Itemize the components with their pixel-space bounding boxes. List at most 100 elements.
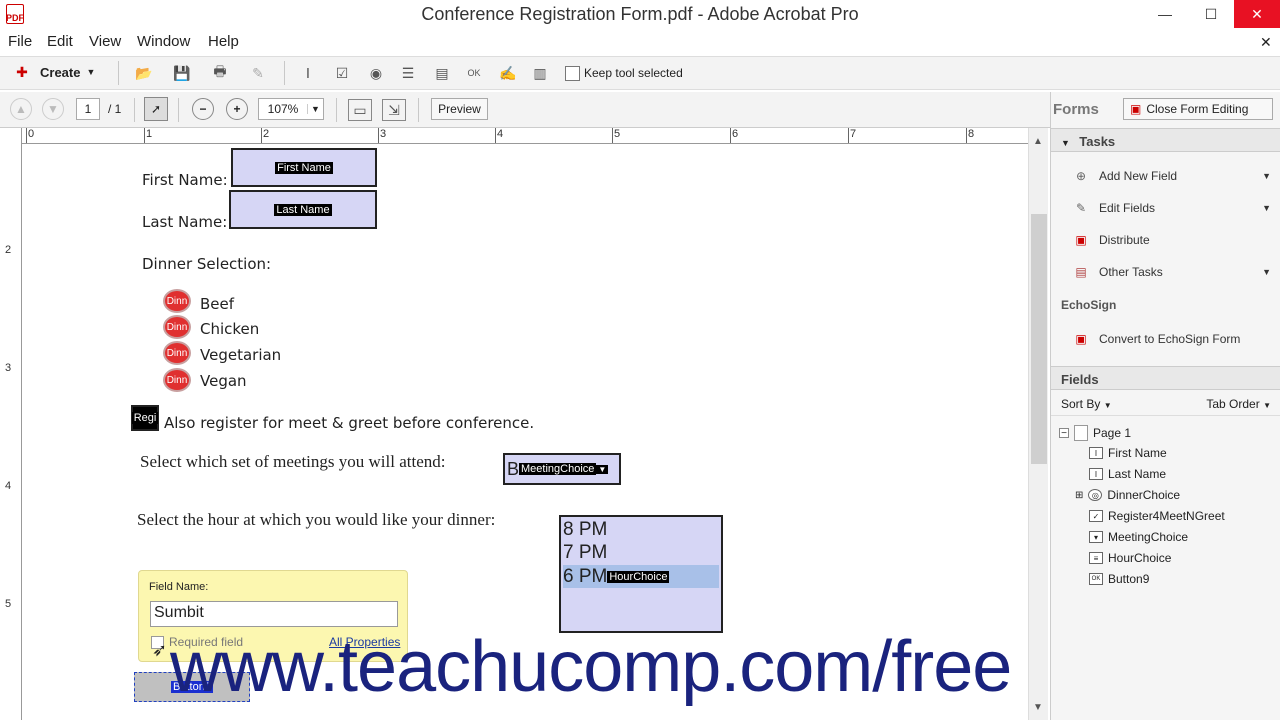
expand-icon[interactable]: ⊞ [1075, 490, 1083, 501]
first-name-field[interactable]: First Name [231, 148, 377, 187]
digital-signature-tool-icon[interactable]: ✍ [496, 62, 520, 84]
tree-field-dinner-choice[interactable]: ⊞ ◎ DinnerChoice [1075, 488, 1180, 502]
prev-page-icon[interactable]: ▲ [10, 98, 32, 120]
vertical-scrollbar[interactable]: ▲ ▼ [1028, 128, 1048, 720]
dinner-option: Chicken [200, 320, 260, 338]
next-page-icon[interactable]: ▼ [42, 98, 64, 120]
open-folder-icon[interactable]: 📂 [132, 62, 156, 84]
edit-fields-task[interactable]: ✎ Edit Fields ▼ [1071, 199, 1271, 217]
tree-field-first-name[interactable]: I First Name [1089, 446, 1167, 460]
dinner-option: Vegan [200, 372, 247, 390]
minimize-button[interactable]: — [1142, 0, 1188, 28]
dinner-radio-vegetarian[interactable]: Dinn [163, 341, 191, 365]
barcode-tool-icon[interactable]: ▥ [528, 62, 552, 84]
radio-tag: Dinn [166, 295, 188, 307]
hour-choice-listbox[interactable]: 8 PM 7 PM 6 PM HourChoice [559, 515, 723, 633]
close-form-editing-button[interactable]: ▣ Close Form Editing [1123, 98, 1273, 120]
print-icon[interactable]: 🖶 [208, 62, 232, 84]
tree-field-register[interactable]: ✓ Register4MeetNGreet [1089, 509, 1225, 523]
first-name-label: First Name: [142, 171, 228, 189]
select-tool-icon[interactable]: ➚ [144, 97, 168, 121]
watermark: www.teachucomp.com/free [170, 627, 1012, 707]
menu-bar: File Edit View Window Help ✕ [0, 30, 1280, 54]
text-field-icon: I [1089, 447, 1103, 459]
checkbox-tool-icon[interactable]: ☑ [330, 62, 354, 84]
menu-window[interactable]: Window [137, 33, 190, 50]
list-box-icon: ≡ [1089, 552, 1103, 564]
menu-file[interactable]: File [8, 33, 32, 50]
preview-button[interactable]: Preview [431, 98, 488, 120]
hour-option-selected[interactable]: 6 PM HourChoice [563, 565, 719, 588]
create-icon: ✚ [16, 63, 28, 80]
radio-tag: Dinn [166, 374, 188, 386]
button-tool-icon[interactable]: OK [462, 62, 486, 84]
menu-view[interactable]: View [89, 33, 121, 50]
add-new-field-task[interactable]: ⊕ Add New Field ▼ [1071, 167, 1271, 185]
tab-order-dropdown[interactable]: Tab Order ▼ [1206, 397, 1271, 411]
fit-page-icon[interactable]: ▭ [348, 99, 372, 121]
hour-option[interactable]: 7 PM [563, 542, 719, 565]
field-tag: HourChoice [607, 570, 670, 583]
save-icon[interactable]: 💾 [170, 62, 194, 84]
scroll-up-icon[interactable]: ▲ [1033, 136, 1043, 147]
dinner-radio-vegan[interactable]: Dinn [163, 368, 191, 392]
separator [418, 98, 419, 122]
distribute-task[interactable]: ▣ Distribute [1071, 231, 1271, 249]
register-label: Also register for meet & greet before co… [164, 414, 535, 432]
meeting-choice-dropdown[interactable]: B MeetingChoice ▼ [503, 453, 621, 485]
sort-by-dropdown[interactable]: Sort By ▼ [1061, 397, 1112, 411]
tree-field-button9[interactable]: OK Button9 [1089, 572, 1149, 586]
last-name-field[interactable]: Last Name [229, 190, 377, 229]
maximize-button[interactable]: ☐ [1188, 0, 1234, 28]
dinner-radio-chicken[interactable]: Dinn [163, 315, 191, 339]
ruler-tick-label: 1 [146, 128, 153, 140]
field-name-input[interactable]: Sumbit [150, 601, 398, 627]
sign-icon[interactable]: ✎ [246, 62, 270, 84]
hour-option-label: 6 PM [563, 565, 608, 587]
dropdown-tool-icon[interactable]: ▤ [430, 62, 454, 84]
close-button[interactable]: ✕ [1234, 0, 1280, 28]
other-tasks-task[interactable]: ▤ Other Tasks ▼ [1071, 263, 1271, 281]
register-checkbox[interactable]: Regi [131, 405, 159, 431]
zoom-out-icon[interactable]: − [192, 98, 214, 120]
menu-edit[interactable]: Edit [47, 33, 73, 50]
convert-echosign-task[interactable]: ▣ Convert to EchoSign Form [1071, 330, 1271, 348]
tree-field-last-name[interactable]: I Last Name [1089, 467, 1166, 481]
create-button[interactable]: ✚ Create ▼ [10, 61, 95, 83]
fields-title: Fields [1061, 372, 1099, 387]
radio-tag: Dinn [166, 321, 188, 333]
menu-help[interactable]: Help [208, 33, 239, 50]
scroll-down-icon[interactable]: ▼ [1033, 702, 1043, 713]
ruler-tick-label: 4 [497, 128, 504, 140]
page-number-input[interactable]: 1 [76, 98, 100, 120]
list-box-tool-icon[interactable]: ☰ [396, 62, 420, 84]
forms-label: Forms [1053, 101, 1099, 118]
zoom-in-icon[interactable]: + [226, 98, 248, 120]
create-label: Create [40, 64, 81, 80]
form-icon: ▣ [1130, 102, 1142, 116]
hour-option[interactable]: 8 PM [563, 519, 719, 542]
tree-field-hour-choice[interactable]: ≡ HourChoice [1089, 551, 1171, 565]
ruler-tick-mark [26, 128, 27, 143]
echosign-title: EchoSign [1061, 298, 1117, 312]
keep-tool-checkbox[interactable] [565, 66, 580, 81]
tree-field-meeting-choice[interactable]: ▾ MeetingChoice [1089, 530, 1188, 544]
task-label: Edit Fields [1099, 201, 1156, 215]
sort-by-label: Sort By [1061, 396, 1101, 411]
task-label: Convert to EchoSign Form [1099, 332, 1241, 346]
zoom-select[interactable]: 107% ▼ [258, 98, 324, 120]
dinner-radio-beef[interactable]: Dinn [163, 289, 191, 313]
scroll-thumb[interactable] [1031, 214, 1047, 464]
tasks-header[interactable]: ▼ Tasks [1051, 128, 1280, 152]
radio-tool-icon[interactable]: ◉ [364, 62, 388, 84]
fit-width-icon[interactable]: ⇲ [382, 99, 406, 121]
button-field-icon: OK [1089, 573, 1103, 585]
tree-page-node[interactable]: − Page 1 [1059, 425, 1131, 441]
collapse-icon[interactable]: − [1059, 428, 1069, 439]
ruler-tick-mark [612, 128, 613, 143]
close-document-icon[interactable]: ✕ [1260, 34, 1272, 51]
ruler-tick-label: 5 [614, 128, 621, 140]
chevron-down-icon: ▼ [86, 67, 96, 77]
text-field-tool-icon[interactable]: Ⅰ [296, 62, 320, 84]
chevron-down-icon: ▼ [307, 104, 323, 114]
